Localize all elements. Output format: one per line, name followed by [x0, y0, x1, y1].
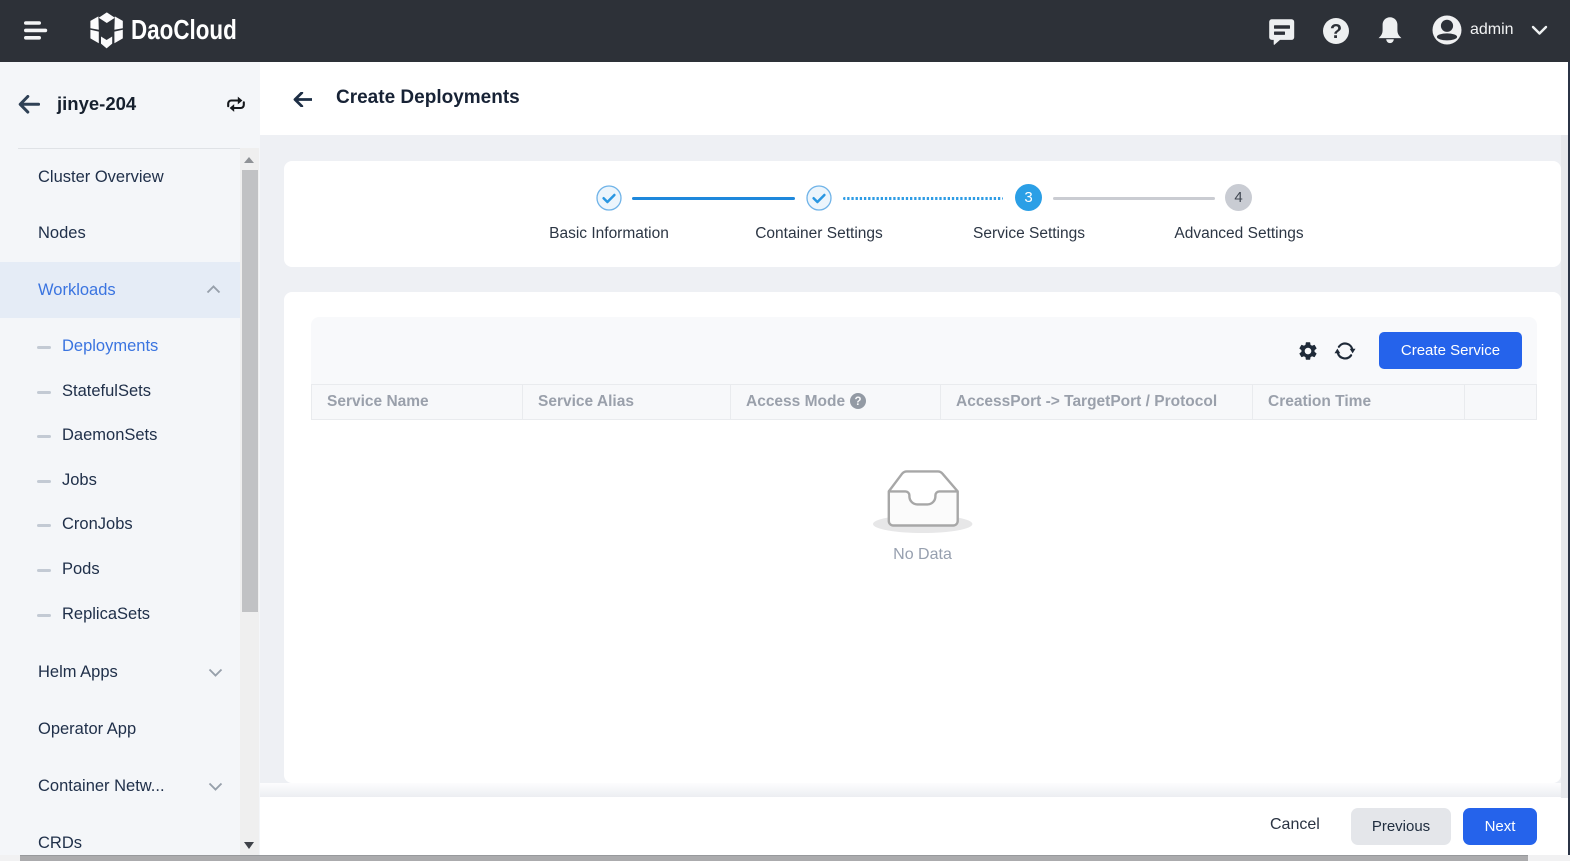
- svg-text:?: ?: [855, 396, 862, 408]
- svg-text:?: ?: [1330, 21, 1342, 43]
